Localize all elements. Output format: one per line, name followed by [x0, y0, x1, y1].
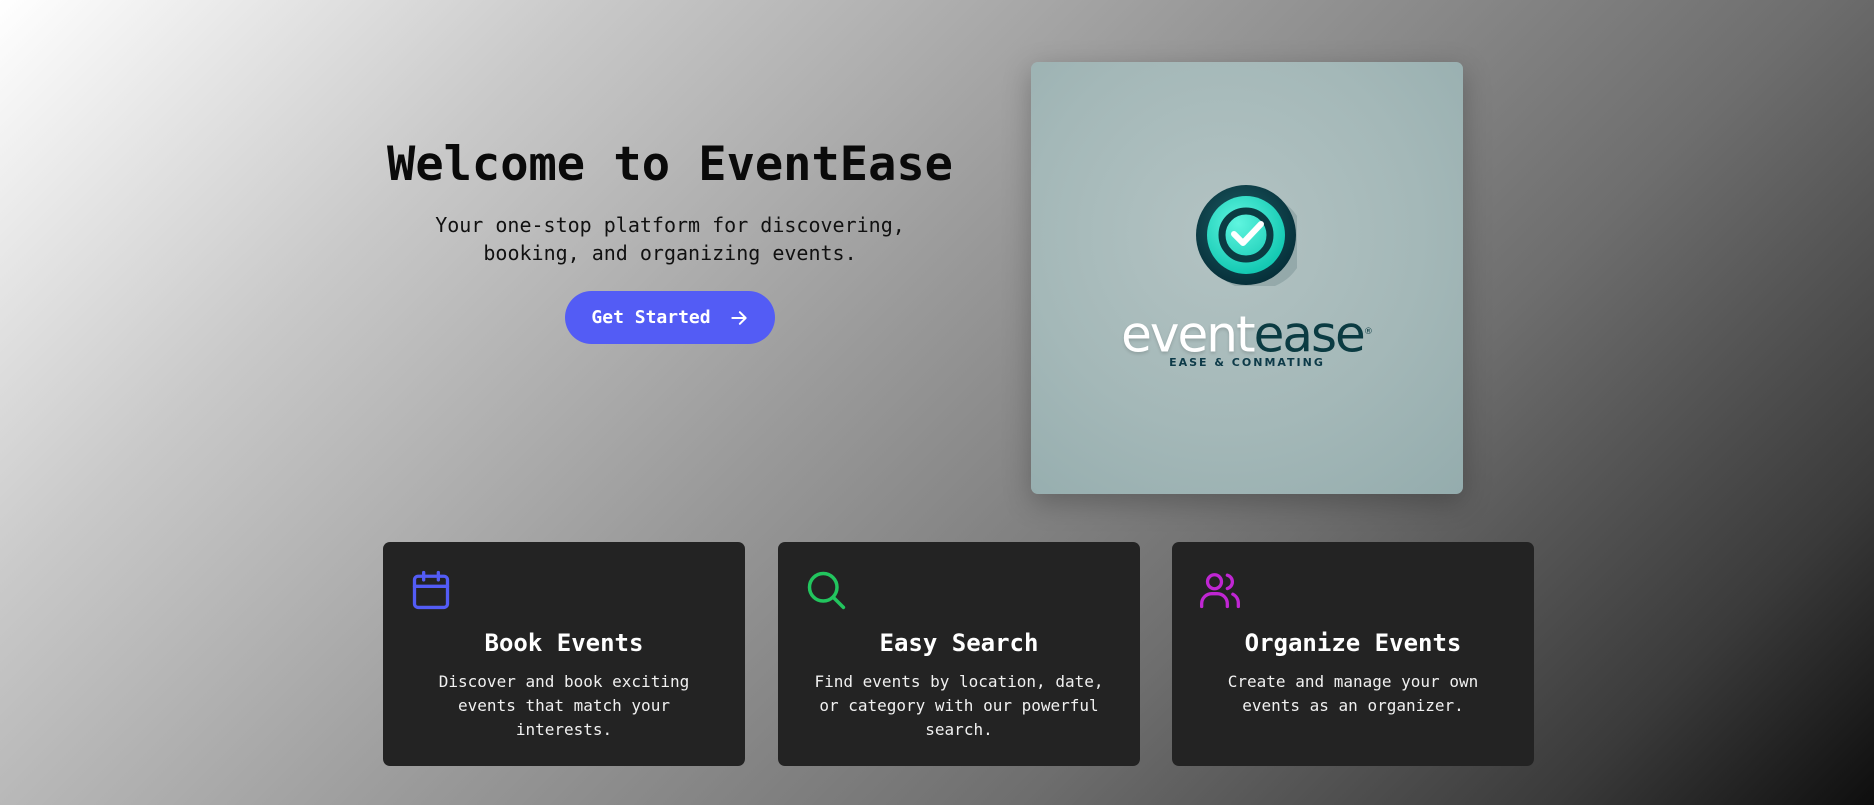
feature-title: Organize Events	[1244, 629, 1462, 657]
get-started-label: Get Started	[591, 307, 711, 328]
eventease-logo-image: eventease® EASE & CONMATING	[1031, 62, 1463, 494]
feature-card-organize-events: Organize Events Create and manage your o…	[1172, 542, 1534, 766]
calendar-icon	[412, 570, 450, 610]
page-title: Welcome to EventEase	[387, 137, 953, 192]
feature-description: Discover and book exciting events that m…	[438, 672, 690, 739]
feature-title: Book Events	[484, 629, 644, 657]
search-icon	[807, 571, 846, 610]
feature-description: Create and manage your own events as an …	[1227, 672, 1479, 715]
hero-text: Welcome to EventEase Your one-stop platf…	[383, 140, 957, 344]
arrow-right-icon	[730, 310, 747, 325]
hero-section: Welcome to EventEase Your one-stop platf…	[383, 0, 1535, 540]
feature-card-easy-search: Easy Search Find events by location, dat…	[778, 542, 1140, 766]
feature-description: Find events by location, date, or catego…	[814, 672, 1104, 739]
features-section: Book Events Discover and book exciting e…	[383, 542, 1535, 766]
logo-tagline: EASE & CONMATING	[1169, 356, 1325, 369]
check-badge-icon	[1196, 185, 1297, 286]
feature-card-book-events: Book Events Discover and book exciting e…	[383, 542, 745, 766]
users-icon	[1200, 573, 1240, 609]
feature-title: Easy Search	[879, 629, 1039, 657]
hero-subtitle: Your one-stop platform for discovering, …	[435, 213, 905, 265]
get-started-button[interactable]: Get Started	[565, 291, 775, 344]
